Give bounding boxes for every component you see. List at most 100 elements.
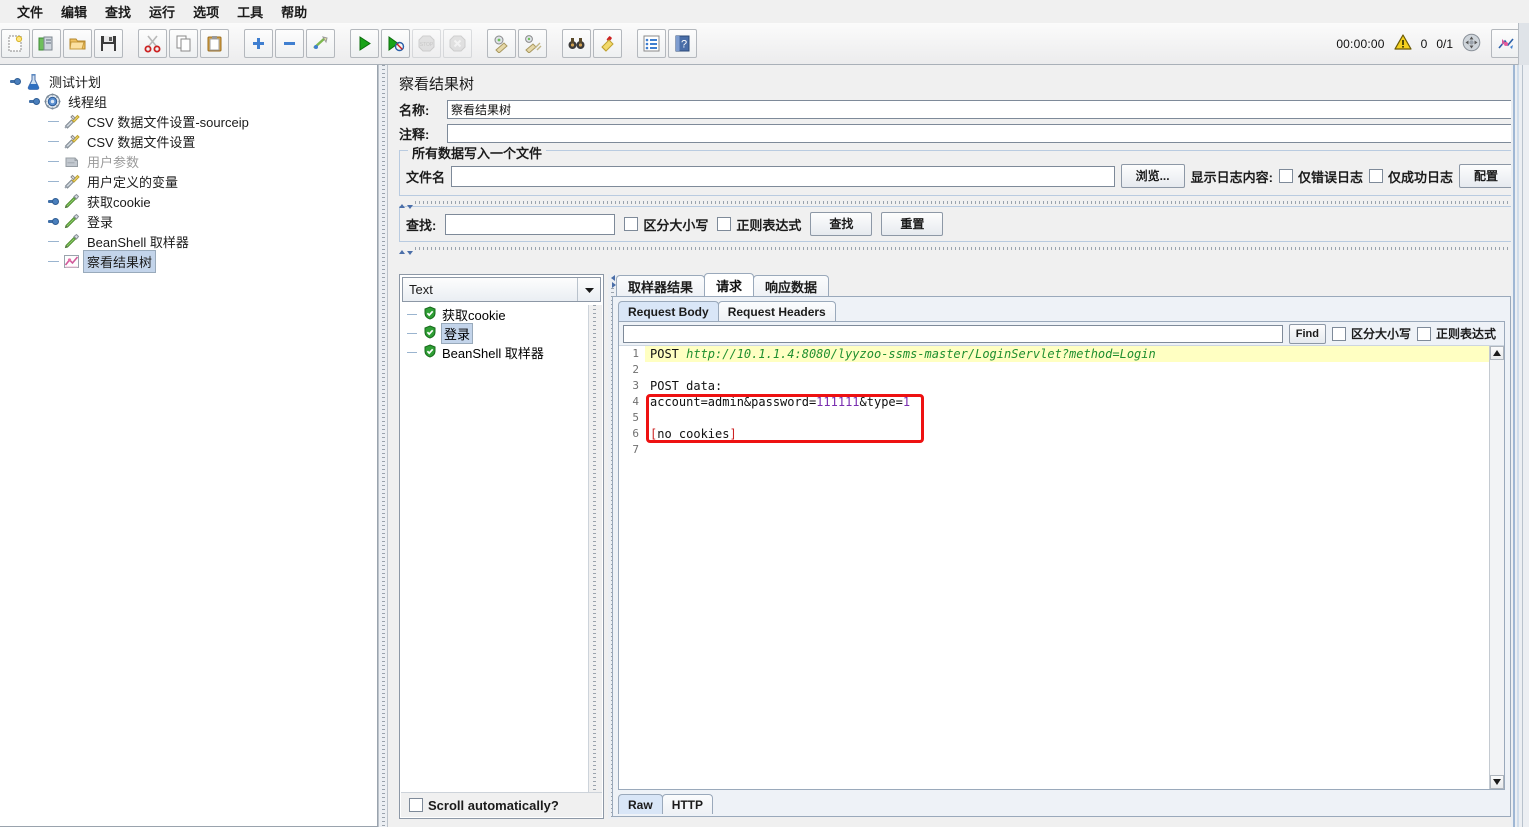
filename-input[interactable] xyxy=(451,165,1115,187)
search-find-button[interactable]: 查找 xyxy=(810,212,873,236)
tree-branch-line xyxy=(48,140,59,142)
request-subtab[interactable]: Request Headers xyxy=(717,301,836,321)
code-regex-box[interactable] xyxy=(1416,326,1431,341)
success-only-box[interactable] xyxy=(1368,169,1383,183)
comment-input[interactable] xyxy=(447,124,1521,143)
search-regex-box[interactable] xyxy=(717,217,732,231)
view-results-tree-panel: 察看结果树 名称: 注释: 所有数据写入一个文件 文件名 浏览... 显示日志内… xyxy=(389,65,1529,827)
toggle-button[interactable] xyxy=(306,29,335,58)
line-number: 3 xyxy=(619,378,645,394)
results-lower-area: Text 获取cookie 登录 BeanShell 取样器 Scroll auto… xyxy=(389,273,1529,827)
errors-only-checkbox[interactable]: 仅错误日志 xyxy=(1278,167,1363,186)
collapse-button[interactable] xyxy=(275,29,304,58)
sampler-result-item[interactable]: BeanShell 取样器 xyxy=(401,343,589,362)
request-subtab[interactable]: Request Body xyxy=(618,301,719,321)
menu-file[interactable]: 文件 xyxy=(8,0,52,23)
search-case-checkbox[interactable]: 区分大小写 xyxy=(624,215,708,234)
search-input[interactable] xyxy=(445,213,616,235)
view-results-tree-icon xyxy=(64,254,79,268)
tree-node[interactable]: 线程组 xyxy=(4,91,377,111)
tree-node[interactable]: CSV 数据文件设置 xyxy=(4,131,377,151)
search-case-box[interactable] xyxy=(624,217,639,231)
raw-http-tab[interactable]: Raw xyxy=(618,794,663,814)
warning-triangle-icon[interactable] xyxy=(1394,34,1412,53)
clear-button[interactable] xyxy=(487,29,516,58)
templates-button[interactable] xyxy=(32,29,61,58)
detail-tab[interactable]: 请求 xyxy=(704,273,755,296)
tree-node[interactable]: 获取cookie xyxy=(4,191,377,211)
menu-help[interactable]: 帮助 xyxy=(272,0,316,23)
start-no-pauses-button[interactable] xyxy=(381,29,410,58)
tree-node[interactable]: 登录 xyxy=(4,211,377,231)
help-button[interactable]: ? xyxy=(668,29,697,58)
detail-tab[interactable]: 取样器结果 xyxy=(616,275,706,296)
upper-split-handle[interactable] xyxy=(397,199,1523,209)
remote-status-icon[interactable] xyxy=(1462,33,1481,55)
scroll-automatically-checkbox[interactable]: Scroll automatically? xyxy=(409,798,559,813)
raw-http-tab[interactable]: HTTP xyxy=(661,794,714,814)
menu-tools[interactable]: 工具 xyxy=(228,0,272,23)
results-list-scrollbar[interactable] xyxy=(588,305,602,792)
sampler-result-label: 获取cookie xyxy=(442,308,506,323)
menu-search[interactable]: 查找 xyxy=(96,0,140,23)
code-find-input[interactable] xyxy=(623,324,1283,343)
save-button[interactable] xyxy=(94,29,123,58)
search-regex-checkbox[interactable]: 正则表达式 xyxy=(717,215,801,234)
tree-expand-toggle-icon[interactable] xyxy=(48,196,59,207)
search-reset-button[interactable] xyxy=(593,29,622,58)
tree-node[interactable]: 测试计划 xyxy=(4,71,377,91)
start-button[interactable] xyxy=(350,29,379,58)
sampler-icon xyxy=(64,193,80,208)
log-display-label: 显示日志内容: xyxy=(1190,169,1273,185)
code-case-checkbox[interactable]: 区分大小写 xyxy=(1331,325,1411,342)
tree-node[interactable]: CSV 数据文件设置-sourceip xyxy=(4,111,377,131)
detail-tab[interactable]: 响应数据 xyxy=(753,275,830,296)
clear-all-button[interactable] xyxy=(518,29,547,58)
results-search-bar: 查找: 区分大小写 正则表达式 查找 重置 xyxy=(399,206,1520,242)
new-file-button[interactable] xyxy=(1,29,30,58)
cut-button[interactable] xyxy=(138,29,167,58)
copy-button[interactable] xyxy=(169,29,198,58)
code-regex-checkbox[interactable]: 正则表达式 xyxy=(1416,325,1496,342)
name-row: 名称: xyxy=(389,100,1529,124)
toolbar-status: 00:00:00 0 0/1 xyxy=(1336,29,1529,58)
tree-expand-toggle-icon[interactable] xyxy=(48,216,59,227)
scroll-automatically-box[interactable] xyxy=(409,798,423,812)
sampler-result-item[interactable]: 登录 xyxy=(401,323,589,344)
code-find-button[interactable]: Find xyxy=(1288,323,1326,344)
errors-only-box[interactable] xyxy=(1278,169,1293,183)
success-only-checkbox[interactable]: 仅成功日志 xyxy=(1368,167,1453,186)
chevron-down-icon[interactable] xyxy=(577,278,600,301)
main-split-divider[interactable] xyxy=(378,65,388,827)
code-case-box[interactable] xyxy=(1331,326,1346,341)
menu-options[interactable]: 选项 xyxy=(184,0,228,23)
search-reset-button[interactable]: 重置 xyxy=(881,212,944,236)
expand-button[interactable] xyxy=(244,29,273,58)
tree-expand-toggle-icon[interactable] xyxy=(10,76,21,87)
search-button[interactable] xyxy=(562,29,591,58)
menu-run[interactable]: 运行 xyxy=(140,0,184,23)
tree-node[interactable]: 用户定义的变量 xyxy=(4,171,377,191)
scroll-down-arrow-icon[interactable] xyxy=(1490,775,1504,789)
configure-button[interactable]: 配置 xyxy=(1458,164,1513,188)
toolbar-right-edge xyxy=(1518,23,1529,65)
lower-split-handle[interactable] xyxy=(397,245,1523,255)
tree-expand-toggle-icon[interactable] xyxy=(29,96,40,107)
sampler-result-item[interactable]: 获取cookie xyxy=(401,305,589,324)
function-helper-button[interactable] xyxy=(637,29,666,58)
name-input[interactable] xyxy=(447,100,1521,119)
tree-node[interactable]: 用户参数 xyxy=(4,151,377,171)
browse-button[interactable]: 浏览... xyxy=(1120,164,1185,188)
tree-node[interactable]: BeanShell 取样器 xyxy=(4,231,377,251)
code-vertical-scrollbar[interactable] xyxy=(1489,346,1504,789)
open-button[interactable] xyxy=(63,29,92,58)
menu-edit[interactable]: 编辑 xyxy=(52,0,96,23)
jmeter-logo-icon[interactable] xyxy=(1491,29,1520,58)
request-code-area[interactable]: 1 POST http://10.1.1.4:8080/lyyzoo-ssms-m… xyxy=(619,346,1490,789)
renderer-combobox[interactable]: Text xyxy=(402,277,601,302)
paste-button[interactable] xyxy=(200,29,229,58)
scroll-up-arrow-icon[interactable] xyxy=(1490,346,1504,360)
tree-node[interactable]: 察看结果树 xyxy=(4,249,377,273)
code-case-label: 区分大小写 xyxy=(1350,327,1411,341)
